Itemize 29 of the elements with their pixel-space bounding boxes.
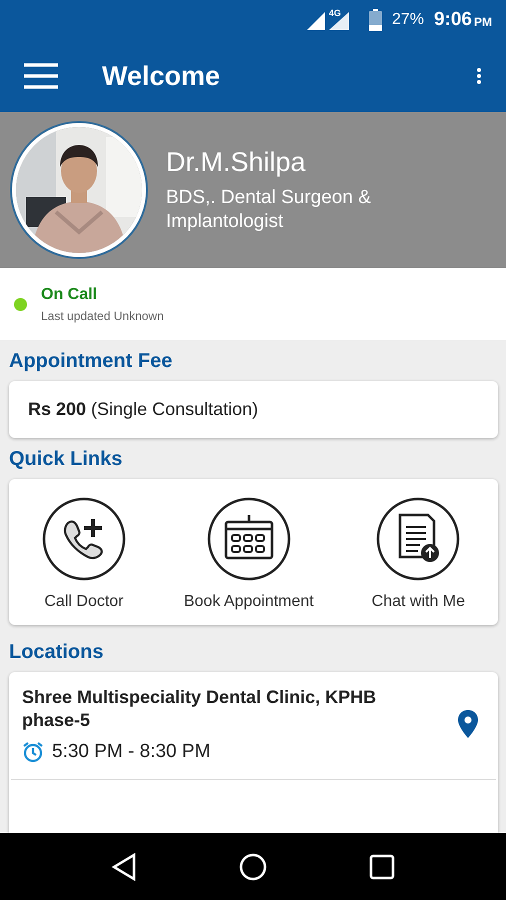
section-heading: Quick Links bbox=[9, 448, 124, 471]
home-button[interactable] bbox=[239, 852, 267, 880]
doctor-qualification: BDS,. Dental Surgeon & Implantologist bbox=[166, 186, 372, 234]
map-pin-icon[interactable] bbox=[458, 710, 478, 738]
section-heading: Appointment Fee bbox=[9, 350, 174, 373]
document-upload-icon bbox=[376, 497, 460, 581]
battery-percent: 27% bbox=[392, 11, 424, 29]
clock: 9:06 bbox=[434, 9, 472, 31]
screen-title: Welcome bbox=[102, 60, 222, 92]
clock-period: PM bbox=[474, 15, 492, 29]
last-updated: Last updated Unknown bbox=[41, 308, 164, 322]
alarm-clock-icon bbox=[22, 740, 44, 763]
more-options-icon bbox=[476, 67, 482, 85]
calendar-icon bbox=[206, 497, 291, 581]
battery-icon bbox=[368, 9, 382, 31]
quick-link[interactable]: Book Appointment bbox=[184, 497, 314, 611]
quick-link[interactable]: Call Doctor bbox=[42, 497, 126, 611]
doctor-name: Dr.M.Shilpa bbox=[166, 146, 307, 178]
section-heading: Locations bbox=[9, 641, 104, 664]
availability-status: On Call bbox=[41, 286, 98, 304]
fee-text: Rs 200 (Single Consultation) bbox=[27, 398, 260, 421]
menu-icon bbox=[24, 63, 58, 89]
clinic-hours: 5:30 PM - 8:30 PM bbox=[52, 740, 210, 763]
network-type: 4G bbox=[328, 8, 341, 18]
phone-plus-icon bbox=[42, 497, 126, 581]
quick-link[interactable]: Chat with Me bbox=[372, 497, 466, 611]
back-button[interactable] bbox=[111, 852, 137, 880]
recents-button[interactable] bbox=[369, 854, 395, 880]
clinic-name: Shree Multispeciality Dental Clinic, KPHB phase-5 bbox=[22, 686, 378, 732]
